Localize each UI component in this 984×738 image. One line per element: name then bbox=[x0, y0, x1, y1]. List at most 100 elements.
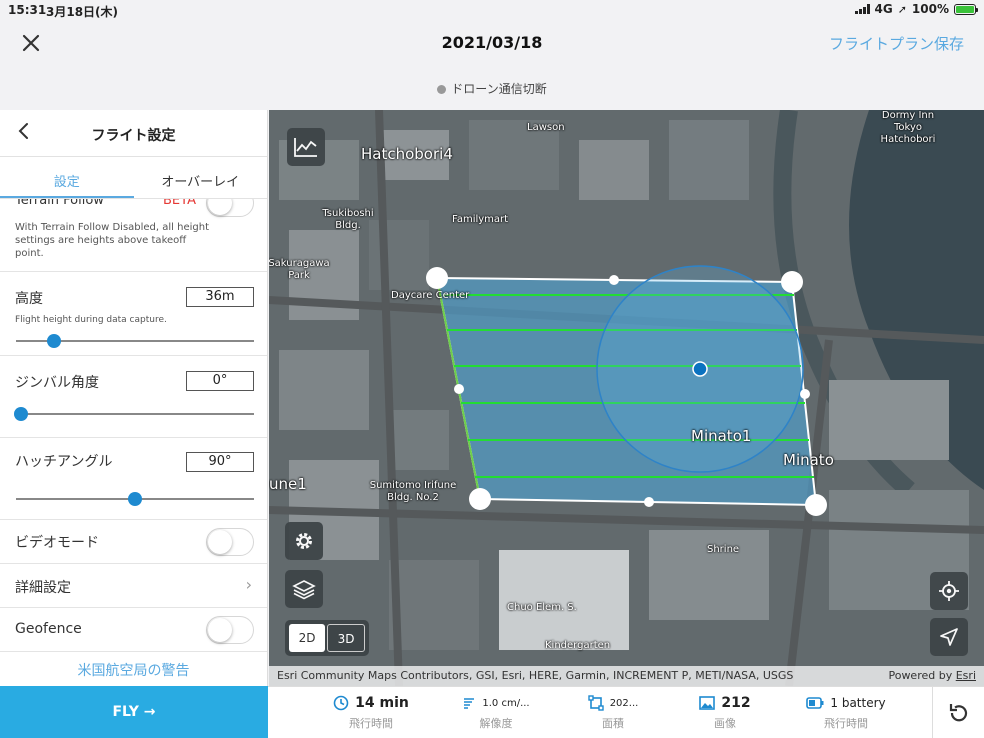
navigate-button[interactable] bbox=[930, 618, 968, 656]
navigation-arrow-icon bbox=[940, 628, 958, 646]
network-type: 4G bbox=[874, 2, 893, 16]
drone-status-text: ドローン通信切断 bbox=[451, 82, 547, 96]
area-label: 面積 bbox=[602, 717, 624, 730]
reset-button[interactable] bbox=[932, 687, 984, 738]
battery-icon bbox=[954, 3, 978, 15]
flight-stats-bar: 14 min 飛行時間 1.0 cm/... 解像度 202... 面積 212… bbox=[268, 686, 984, 738]
stat-area: 202... 面積 bbox=[553, 693, 673, 731]
map-label-familymart: Familymart bbox=[452, 214, 509, 225]
map-attribution: Esri Community Maps Contributors, GSI, E… bbox=[269, 666, 984, 686]
map-settings-button[interactable] bbox=[285, 522, 323, 560]
advanced-settings-row[interactable]: 詳細設定 › bbox=[0, 564, 267, 608]
geofence-label: Geofence bbox=[15, 621, 82, 637]
battery-label: 飛行時間 bbox=[824, 717, 868, 730]
battery-percent: 100% bbox=[911, 2, 949, 16]
drone-connection-status: ドローン通信切断 bbox=[0, 80, 984, 97]
map-label-tsukiboshi: Tsukiboshi Bldg. bbox=[322, 208, 374, 231]
advanced-settings-label: 詳細設定 bbox=[15, 580, 71, 596]
terrain-follow-label: Terrain Follow bbox=[15, 199, 104, 208]
hatch-angle-slider[interactable] bbox=[16, 492, 254, 506]
area-value: 202... bbox=[609, 697, 639, 709]
altitude-row: 高度 36m Flight height during data capture… bbox=[0, 272, 267, 356]
status-bar: 15:31 3月18日(木) 4G ➚ 100% bbox=[0, 0, 984, 20]
altitude-slider[interactable] bbox=[16, 334, 254, 348]
hatch-angle-input[interactable]: 90° bbox=[186, 452, 254, 472]
top-nav: 2021/03/18 フライトプラン保存 bbox=[0, 20, 984, 68]
tab-settings[interactable]: 設定 bbox=[0, 157, 134, 198]
rotate-icon bbox=[949, 704, 967, 722]
hatch-angle-row: ハッチアングル 90° bbox=[0, 438, 267, 520]
mode-3d-button[interactable]: 3D bbox=[327, 624, 365, 652]
settings-list: Terrain Follow BETA With Terrain Follow … bbox=[0, 199, 267, 686]
map-label-minato1: Minato1 bbox=[691, 427, 752, 445]
geofence-row: Geofence bbox=[0, 608, 267, 652]
map-label-irifune1: une1 bbox=[269, 475, 307, 493]
clock-icon bbox=[333, 695, 349, 711]
resolution-value: 1.0 cm/... bbox=[482, 697, 530, 709]
flight-time-value: 14 min bbox=[355, 695, 409, 711]
fly-button[interactable]: FLY → bbox=[0, 686, 268, 738]
panel-header: フライト設定 bbox=[0, 110, 267, 157]
map-label-shrine: Shrine bbox=[707, 544, 740, 555]
satellite-map bbox=[269, 110, 984, 686]
chevron-right-icon: › bbox=[245, 575, 252, 594]
gimbal-row: ジンバル角度 0° bbox=[0, 356, 267, 438]
stat-images: 212 画像 bbox=[665, 693, 785, 731]
map-label-chuo-elem: Chuo Elem. S. bbox=[507, 602, 577, 613]
stat-resolution: 1.0 cm/... 解像度 bbox=[436, 693, 556, 731]
images-value: 212 bbox=[721, 695, 751, 711]
layers-button[interactable] bbox=[285, 570, 323, 608]
gimbal-slider-knob[interactable] bbox=[13, 407, 28, 421]
map-view[interactable]: Hatchobori4 Lawson Dormy Inn Tokyo Hatch… bbox=[269, 110, 984, 686]
map-label-dormy-inn: Dormy Inn Tokyo Hatchobori bbox=[880, 110, 936, 145]
altitude-label: 高度 bbox=[15, 291, 43, 307]
altitude-slider-knob[interactable] bbox=[47, 334, 62, 348]
crosshair-icon bbox=[939, 581, 959, 601]
map-label-lawson: Lawson bbox=[527, 122, 565, 133]
image-icon bbox=[699, 696, 716, 710]
gimbal-input[interactable]: 0° bbox=[186, 371, 254, 391]
layers-icon bbox=[292, 580, 316, 600]
gimbal-label: ジンバル角度 bbox=[15, 375, 99, 391]
mode-2d-button[interactable]: 2D bbox=[289, 624, 325, 652]
faa-warning-link[interactable]: 米国航空局の警告 bbox=[0, 660, 267, 680]
hatch-angle-label: ハッチアングル bbox=[15, 454, 113, 470]
save-flight-plan-button[interactable]: フライトプラン保存 bbox=[829, 33, 964, 54]
panel-title: フライト設定 bbox=[91, 128, 176, 144]
signal-icon bbox=[854, 4, 870, 14]
area-icon bbox=[587, 695, 604, 711]
stat-flight-time: 14 min 飛行時間 bbox=[311, 693, 431, 731]
terrain-follow-toggle[interactable] bbox=[206, 199, 254, 217]
map-label-minato: Minato bbox=[783, 451, 834, 469]
status-dot-icon bbox=[437, 85, 447, 94]
chart-icon bbox=[294, 138, 317, 157]
map-label-daycare: Daycare Center bbox=[391, 290, 470, 301]
map-label-sumitomo: Sumitomo Irifune Bldg. No.2 bbox=[369, 480, 457, 503]
video-mode-label: ビデオモード bbox=[15, 535, 99, 551]
flight-settings-panel: フライト設定 設定 オーバーレイ Terrain Follow BETA Wit… bbox=[0, 110, 268, 686]
esri-link[interactable]: Esri bbox=[956, 669, 976, 682]
gear-icon bbox=[296, 533, 312, 549]
altitude-input[interactable]: 36m bbox=[186, 287, 254, 307]
elevation-profile-button[interactable] bbox=[287, 128, 325, 166]
locate-button[interactable] bbox=[930, 572, 968, 610]
status-time: 15:31 bbox=[8, 3, 47, 17]
stat-battery: 1 battery 飛行時間 bbox=[786, 693, 906, 731]
resolution-label: 解像度 bbox=[479, 717, 513, 730]
altitude-description: Flight height during data capture. bbox=[15, 315, 167, 325]
video-mode-toggle[interactable] bbox=[206, 528, 254, 556]
images-label: 画像 bbox=[714, 717, 736, 730]
map-label-hatchobori: Hatchobori4 bbox=[361, 145, 453, 163]
panel-tabs: 設定 オーバーレイ bbox=[0, 157, 267, 199]
view-mode-toggle: 2D 3D bbox=[285, 620, 369, 656]
video-mode-row: ビデオモード bbox=[0, 520, 267, 564]
flight-time-label: 飛行時間 bbox=[349, 717, 393, 730]
gimbal-slider[interactable] bbox=[13, 407, 254, 421]
terrain-follow-description: With Terrain Follow Disabled, all height… bbox=[15, 222, 209, 259]
battery-icon bbox=[806, 697, 824, 709]
tab-overlay[interactable]: オーバーレイ bbox=[134, 157, 268, 198]
resolution-icon bbox=[464, 698, 475, 709]
hatch-angle-slider-knob[interactable] bbox=[128, 492, 142, 506]
geofence-toggle[interactable] bbox=[206, 616, 254, 644]
beta-badge: BETA bbox=[163, 199, 196, 208]
